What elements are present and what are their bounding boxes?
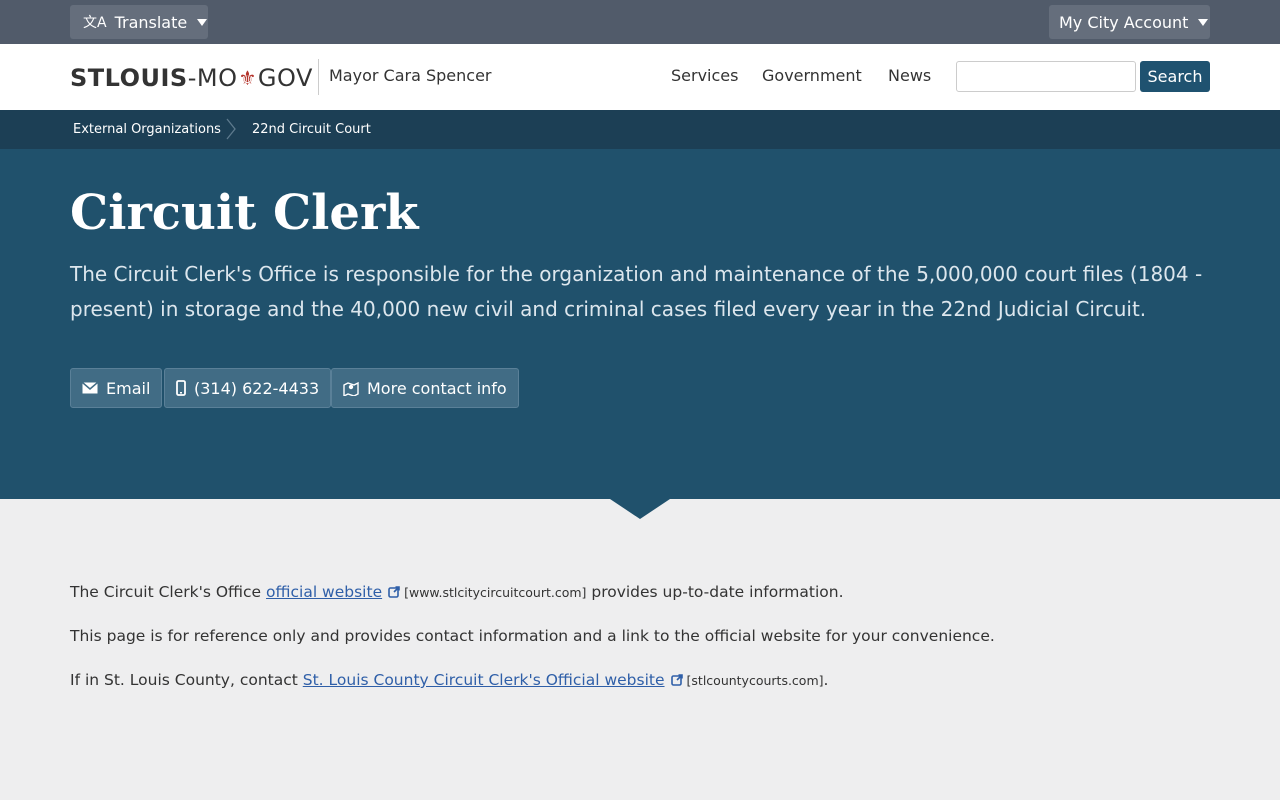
translate-label: Translate xyxy=(114,12,188,32)
breadcrumb-separator-icon xyxy=(226,118,236,140)
hero-section: Circuit Clerk The Circuit Clerk's Office… xyxy=(0,149,1280,499)
logo-text-end: GOV xyxy=(257,64,313,92)
more-contact-info-button[interactable]: More contact info xyxy=(331,368,519,408)
translate-button[interactable]: 文A Translate xyxy=(70,5,208,39)
search-input[interactable] xyxy=(956,61,1136,92)
p3-text-after: . xyxy=(823,671,829,689)
site-header: STLOUIS -MO ⚜ GOV Mayor Cara Spencer Servic… xyxy=(0,44,1280,110)
page-description: The Circuit Clerk's Office is responsibl… xyxy=(70,262,1203,321)
site-logo[interactable]: STLOUIS -MO ⚜ GOV xyxy=(70,64,313,92)
account-label: My City Account xyxy=(1059,12,1189,32)
paragraph-county: If in St. Louis County, contact St. Loui… xyxy=(70,671,828,690)
mobile-phone-icon xyxy=(176,380,186,396)
my-city-account-button[interactable]: My City Account xyxy=(1049,5,1210,39)
external-link-icon xyxy=(670,672,683,690)
map-marker-icon xyxy=(343,380,359,396)
chevron-down-icon xyxy=(197,18,208,26)
p1-text: The Circuit Clerk's Office xyxy=(70,583,267,601)
p3-text: If in St. Louis County, contact xyxy=(70,671,303,689)
paragraph-reference: This page is for reference only and prov… xyxy=(70,627,995,645)
email-button[interactable]: Email xyxy=(70,368,163,408)
email-label: Email xyxy=(106,378,151,398)
nav-news[interactable]: News xyxy=(888,66,931,85)
external-link-icon xyxy=(388,584,400,602)
page-title: Circuit Clerk xyxy=(70,185,419,241)
phone-button[interactable]: (314) 622-4433 xyxy=(164,368,332,408)
phone-label: (314) 622-4433 xyxy=(194,378,320,398)
nav-services[interactable]: Services xyxy=(671,66,738,85)
chevron-down-icon xyxy=(1198,18,1209,26)
breadcrumb-circuit-court[interactable]: 22nd Circuit Court xyxy=(252,122,371,137)
county-circuit-clerk-link[interactable]: St. Louis County Circuit Clerk's Officia… xyxy=(303,671,665,689)
logo-text-middle: -MO xyxy=(187,64,238,92)
top-bar: 文A Translate My City Account xyxy=(0,0,1280,44)
paragraph-official-website: The Circuit Clerk's Office official webs… xyxy=(70,583,844,602)
mayor-name[interactable]: Mayor Cara Spencer xyxy=(329,66,492,85)
logo-text-bold: STLOUIS xyxy=(70,64,188,92)
breadcrumb-external-organizations[interactable]: External Organizations xyxy=(73,122,221,137)
p3-url: [stlcountycourts.com] xyxy=(686,673,824,688)
envelope-icon xyxy=(82,382,98,394)
search-button[interactable]: Search xyxy=(1140,61,1210,92)
p1-url: [www.stlcitycircuitcourt.com] xyxy=(404,585,587,600)
nav-government[interactable]: Government xyxy=(762,66,862,85)
official-website-link[interactable]: official website xyxy=(266,583,382,601)
p1-text-after: provides up-to-date information. xyxy=(586,583,844,601)
hero-pointer xyxy=(610,499,670,519)
more-contact-info-label: More contact info xyxy=(367,378,507,398)
logo-divider xyxy=(318,59,319,95)
breadcrumb: External Organizations 22nd Circuit Cour… xyxy=(0,110,1280,149)
fleur-de-lis-icon: ⚜ xyxy=(238,66,257,90)
translate-icon: 文A xyxy=(83,15,107,31)
